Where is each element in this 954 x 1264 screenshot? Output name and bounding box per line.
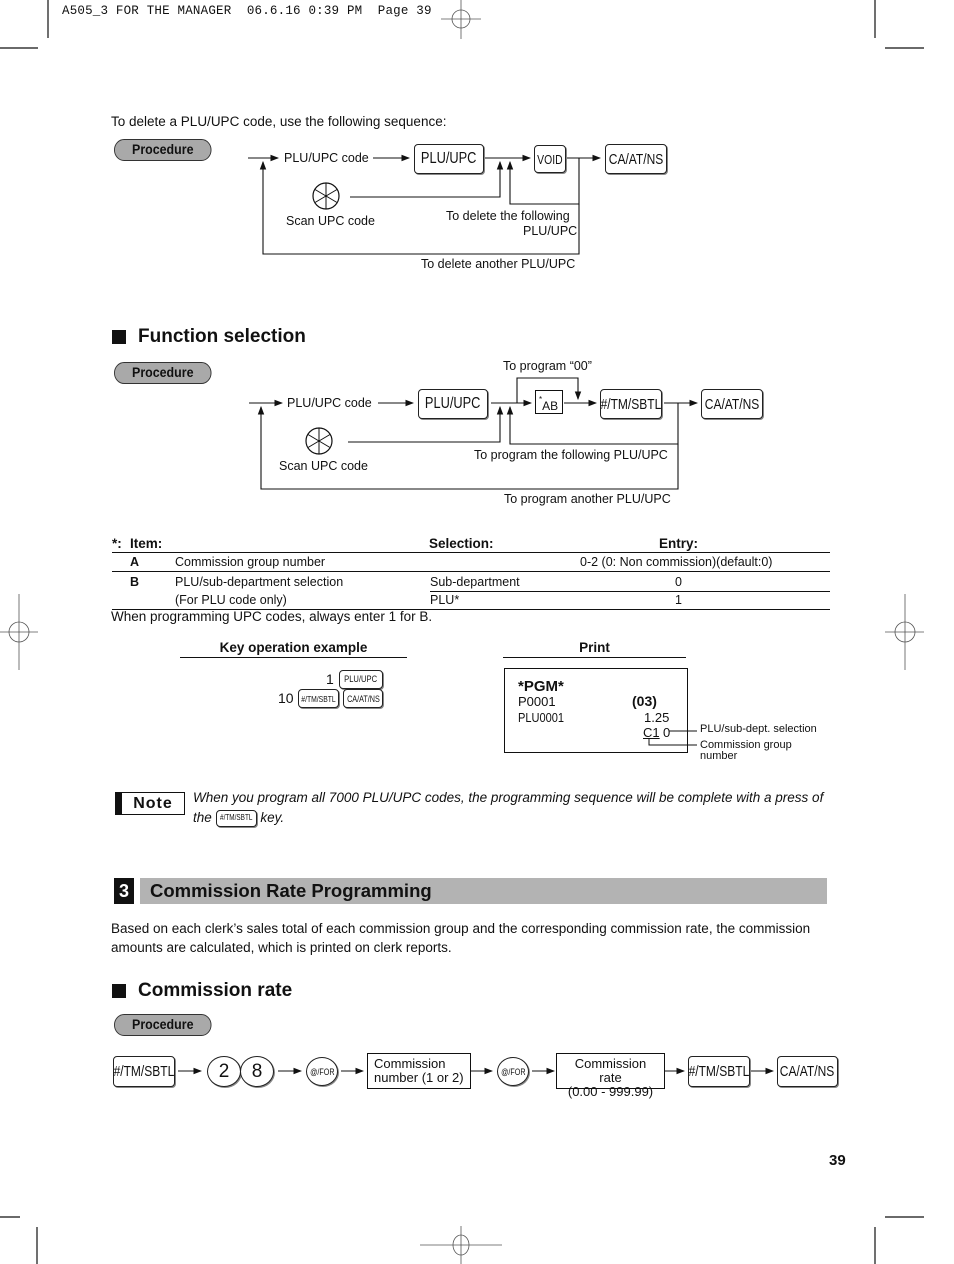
digit-8-key: 8 [240,1056,274,1087]
tm-sbtl-key: #/TM/SBTL [113,1056,175,1087]
tm-sbtl-key: #/TM/SBTL [688,1056,750,1087]
at-for-key: @/FOR [497,1057,529,1086]
at-for-key: @/FOR [306,1057,338,1086]
commission-number-box: Commission number (1 or 2) [367,1053,471,1089]
digit-2-key: 2 [207,1056,241,1087]
page-number: 39 [829,1152,846,1169]
ca-at-ns-key: CA/AT/NS [777,1056,838,1087]
commission-rate-box: Commission rate (0.00 - 999.99) [556,1053,665,1099]
